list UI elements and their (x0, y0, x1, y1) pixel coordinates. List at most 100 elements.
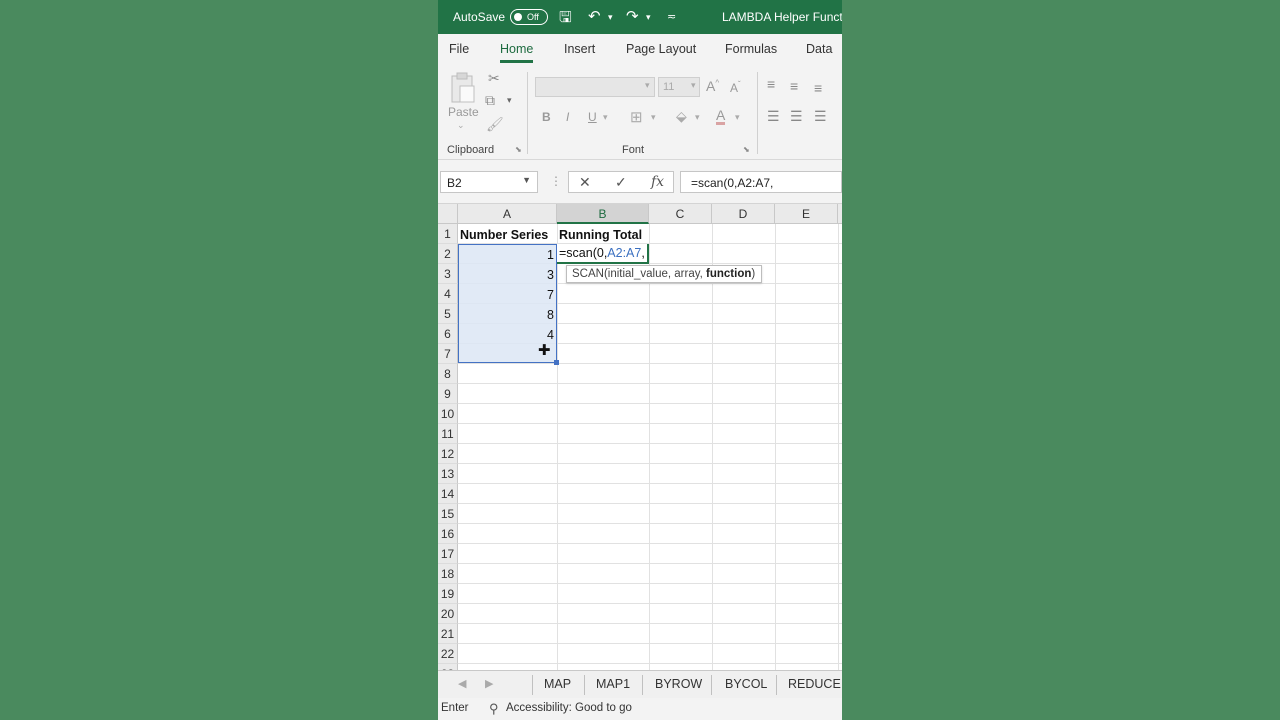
cell-a4[interactable]: 7 (458, 285, 557, 305)
cell-b2-editing[interactable]: =scan(0,A2:A7, (557, 244, 649, 264)
borders-icon[interactable]: ⊞ (630, 108, 643, 126)
select-all-corner[interactable] (438, 204, 458, 224)
fill-handle[interactable] (554, 360, 559, 365)
fill-color-dropdown-icon[interactable]: ▾ (695, 112, 700, 123)
row-header-1[interactable]: 1 (438, 224, 458, 244)
accessibility-status[interactable]: Accessibility: Good to go (506, 702, 632, 714)
next-sheet-icon[interactable]: ▶ (485, 677, 493, 690)
bold-button[interactable]: B (542, 110, 551, 124)
cell-a5[interactable]: 8 (458, 305, 557, 325)
row-header-2[interactable]: 2 (438, 244, 458, 264)
underline-dropdown-icon[interactable]: ▾ (603, 112, 608, 123)
row-header-22[interactable]: 22 (438, 644, 458, 664)
align-left-icon[interactable]: ☰ (767, 108, 780, 125)
insert-function-icon[interactable]: fx (651, 174, 664, 190)
font-color-dropdown-icon[interactable]: ▾ (735, 112, 740, 123)
sheet-tab-bycol[interactable]: BYCOL (725, 677, 767, 691)
font-name-box[interactable] (535, 77, 655, 97)
row-header-13[interactable]: 13 (438, 464, 458, 484)
row-header-9[interactable]: 9 (438, 384, 458, 404)
tab-home[interactable]: Home (500, 42, 534, 63)
font-launcher-icon[interactable]: ⬊ (743, 145, 750, 154)
column-header-e[interactable]: E (775, 204, 838, 224)
row-header-4[interactable]: 4 (438, 284, 458, 304)
cell-b1[interactable]: Running Total (559, 225, 642, 245)
more-options-icon[interactable]: ⋮ (550, 174, 562, 188)
column-header-b[interactable]: B (557, 204, 649, 224)
toggle-knob (514, 13, 522, 21)
row-header-14[interactable]: 14 (438, 484, 458, 504)
align-bottom-icon[interactable]: ≡ (814, 80, 822, 96)
underline-button[interactable]: U (588, 110, 597, 124)
align-middle-icon[interactable]: ≡ (790, 78, 798, 94)
decrease-font-icon[interactable]: Aˇ (730, 80, 741, 95)
format-painter-icon[interactable]: 🖌 (486, 116, 504, 133)
row-header-5[interactable]: 5 (438, 304, 458, 324)
cancel-icon[interactable]: ✕ (579, 174, 591, 191)
row-header-3[interactable]: 3 (438, 264, 458, 284)
tab-insert[interactable]: Insert (564, 42, 595, 56)
clipboard-launcher-icon[interactable]: ⬊ (515, 145, 522, 154)
fill-color-icon[interactable]: ⬙ (676, 108, 687, 125)
redo-dropdown-icon[interactable]: ▾ (646, 12, 651, 23)
row-header-20[interactable]: 20 (438, 604, 458, 624)
autosave-toggle[interactable]: Off (510, 9, 548, 25)
undo-dropdown-icon[interactable]: ▾ (608, 12, 613, 23)
copy-icon[interactable]: ⧉ (485, 92, 495, 109)
column-header-overflow[interactable] (838, 204, 842, 224)
row-header-10[interactable]: 10 (438, 404, 458, 424)
gridline (458, 523, 842, 524)
row-header-16[interactable]: 16 (438, 524, 458, 544)
tab-formulas[interactable]: Formulas (725, 42, 777, 56)
row-header-12[interactable]: 12 (438, 444, 458, 464)
name-box[interactable]: B2 ▼ (440, 171, 538, 193)
sheet-tab-byrow[interactable]: BYROW (655, 677, 702, 691)
row-header-15[interactable]: 15 (438, 504, 458, 524)
row-header-7[interactable]: 7 (438, 344, 458, 364)
font-color-icon[interactable]: A (716, 108, 726, 125)
formula-bar: B2 ▼ ⋮ ✕ ✓ fx =scan(0,A2:A7, (438, 160, 842, 204)
column-header-c[interactable]: C (649, 204, 712, 224)
enter-icon[interactable]: ✓ (615, 174, 627, 191)
tab-page-layout[interactable]: Page Layout (626, 42, 696, 56)
align-center-icon[interactable]: ☰ (790, 108, 803, 125)
font-name-dropdown-icon[interactable]: ▾ (645, 80, 650, 91)
cell-a3[interactable]: 3 (458, 265, 557, 285)
row-header-6[interactable]: 6 (438, 324, 458, 344)
align-top-icon[interactable]: ≡ (767, 76, 775, 92)
previous-sheet-icon[interactable]: ◀ (458, 677, 466, 690)
row-header-17[interactable]: 17 (438, 544, 458, 564)
cell-a1[interactable]: Number Series (460, 225, 548, 245)
increase-font-icon[interactable]: A^ (706, 78, 719, 94)
sheet-tab-map[interactable]: MAP (544, 677, 571, 691)
save-icon[interactable]: 🖫 (559, 7, 572, 32)
cut-icon[interactable]: ✂ (488, 70, 500, 87)
row-header-8[interactable]: 8 (438, 364, 458, 384)
paste-icon[interactable] (450, 72, 476, 104)
name-box-dropdown-icon[interactable]: ▼ (522, 175, 531, 185)
tab-file[interactable]: File (449, 42, 469, 56)
accessibility-icon[interactable]: ⚲ (489, 701, 499, 717)
tab-data[interactable]: Data (806, 42, 832, 56)
cell-a2[interactable]: 1 (458, 245, 557, 265)
copy-dropdown-icon[interactable]: ▾ (507, 95, 512, 106)
undo-icon[interactable]: ↶ (588, 7, 601, 25)
row-header-19[interactable]: 19 (438, 584, 458, 604)
italic-button[interactable]: I (566, 110, 569, 124)
redo-icon[interactable]: ↷ (626, 7, 639, 25)
borders-dropdown-icon[interactable]: ▾ (651, 112, 656, 123)
sheet-tab-reduce[interactable]: REDUCE (788, 677, 841, 691)
column-header-a[interactable]: A (458, 204, 557, 224)
paste-label[interactable]: Paste (448, 105, 479, 119)
paste-dropdown-icon[interactable]: ⌄ (457, 120, 465, 131)
row-header-18[interactable]: 18 (438, 564, 458, 584)
row-header-11[interactable]: 11 (438, 424, 458, 444)
formula-input[interactable]: =scan(0,A2:A7, (680, 171, 842, 193)
sheet-tab-map1[interactable]: MAP1 (596, 677, 630, 691)
align-right-icon[interactable]: ☰ (814, 108, 827, 125)
row-header-21[interactable]: 21 (438, 624, 458, 644)
font-size-dropdown-icon[interactable]: ▾ (691, 80, 696, 91)
customize-toolbar-icon[interactable]: ≂ (667, 10, 676, 23)
column-header-d[interactable]: D (712, 204, 775, 224)
function-signature-tooltip[interactable]: SCAN(initial_value, array, function) (566, 265, 762, 283)
